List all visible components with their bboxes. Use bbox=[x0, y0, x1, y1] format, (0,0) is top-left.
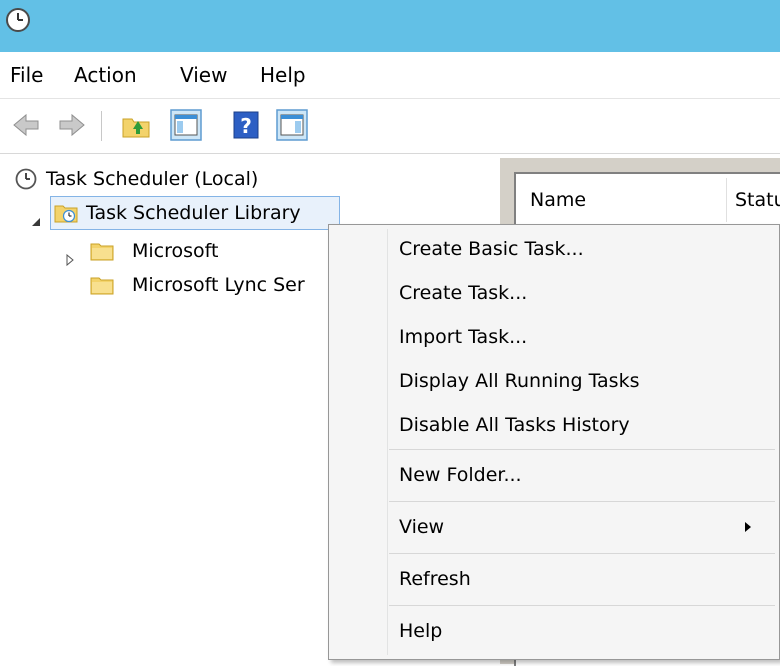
up-folder-icon[interactable] bbox=[120, 109, 152, 141]
tree-item-label: Microsoft bbox=[132, 240, 219, 262]
menu-item-view[interactable]: View bbox=[329, 507, 779, 547]
column-header-status[interactable]: Statu bbox=[726, 178, 780, 222]
menu-item-display-all-running-tasks[interactable]: Display All Running Tasks bbox=[329, 361, 779, 401]
context-menu: Create Basic Task... Create Task... Impo… bbox=[328, 224, 780, 660]
menu-separator bbox=[389, 501, 775, 502]
menu-item-label: Display All Running Tasks bbox=[399, 370, 640, 392]
column-header-name[interactable]: Name bbox=[530, 178, 726, 222]
svg-text:?: ? bbox=[240, 114, 252, 138]
menu-item-label: Import Task... bbox=[399, 326, 528, 348]
help-icon[interactable]: ? bbox=[230, 109, 262, 141]
show-action-pane-icon[interactable] bbox=[276, 109, 308, 141]
collapsed-triangle-icon[interactable] bbox=[64, 244, 76, 267]
tree-item-task-scheduler-library[interactable]: Task Scheduler Library bbox=[30, 196, 350, 230]
menu-item-new-folder[interactable]: New Folder... bbox=[329, 455, 779, 495]
expanded-triangle-icon[interactable] bbox=[30, 206, 42, 226]
forward-arrow-icon[interactable] bbox=[56, 109, 88, 141]
clock-icon[interactable] bbox=[4, 6, 32, 34]
menu-item-label: New Folder... bbox=[399, 464, 522, 486]
tree-item-task-scheduler-local[interactable]: Task Scheduler (Local) bbox=[14, 162, 434, 196]
show-console-tree-icon[interactable] bbox=[170, 109, 202, 141]
menu-separator bbox=[389, 449, 775, 450]
menu-action[interactable]: Action bbox=[74, 62, 137, 88]
menu-separator bbox=[389, 553, 775, 554]
menu-help[interactable]: Help bbox=[260, 62, 306, 88]
clock-icon bbox=[14, 167, 38, 191]
tree-item-label: Task Scheduler (Local) bbox=[46, 168, 259, 190]
menu-item-create-task[interactable]: Create Task... bbox=[329, 273, 779, 313]
menu-item-import-task[interactable]: Import Task... bbox=[329, 317, 779, 357]
menu-file[interactable]: File bbox=[10, 62, 43, 88]
menu-item-create-basic-task[interactable]: Create Basic Task... bbox=[329, 229, 779, 269]
submenu-arrow-icon bbox=[745, 522, 751, 532]
menu-item-label: Create Task... bbox=[399, 282, 528, 304]
menu-item-label: Disable All Tasks History bbox=[399, 414, 630, 436]
toolbar-separator bbox=[101, 111, 102, 141]
menu-item-refresh[interactable]: Refresh bbox=[329, 559, 779, 599]
title-bar bbox=[0, 0, 780, 52]
menu-item-label: Help bbox=[399, 620, 443, 642]
folder-icon bbox=[90, 273, 114, 297]
menu-item-label: Refresh bbox=[399, 568, 471, 590]
tree-item-microsoft-lync[interactable]: Microsoft Lync Ser bbox=[60, 268, 340, 302]
toolbar: ? bbox=[0, 99, 780, 153]
menu-item-label: Create Basic Task... bbox=[399, 238, 584, 260]
folder-icon bbox=[90, 239, 114, 263]
menu-view[interactable]: View bbox=[180, 62, 227, 88]
back-arrow-icon[interactable] bbox=[10, 109, 42, 141]
menu-item-label: View bbox=[399, 516, 445, 538]
tree-item-microsoft[interactable]: Microsoft bbox=[60, 234, 360, 268]
menu-bar: File Action View Help bbox=[0, 52, 780, 99]
scheduled-folder-icon bbox=[54, 201, 78, 225]
menu-item-disable-all-tasks-history[interactable]: Disable All Tasks History bbox=[329, 405, 779, 445]
tree-item-label: Task Scheduler Library bbox=[86, 202, 301, 224]
menu-separator bbox=[389, 605, 775, 606]
tree-item-label: Microsoft Lync Ser bbox=[132, 274, 305, 296]
menu-item-help[interactable]: Help bbox=[329, 611, 779, 651]
